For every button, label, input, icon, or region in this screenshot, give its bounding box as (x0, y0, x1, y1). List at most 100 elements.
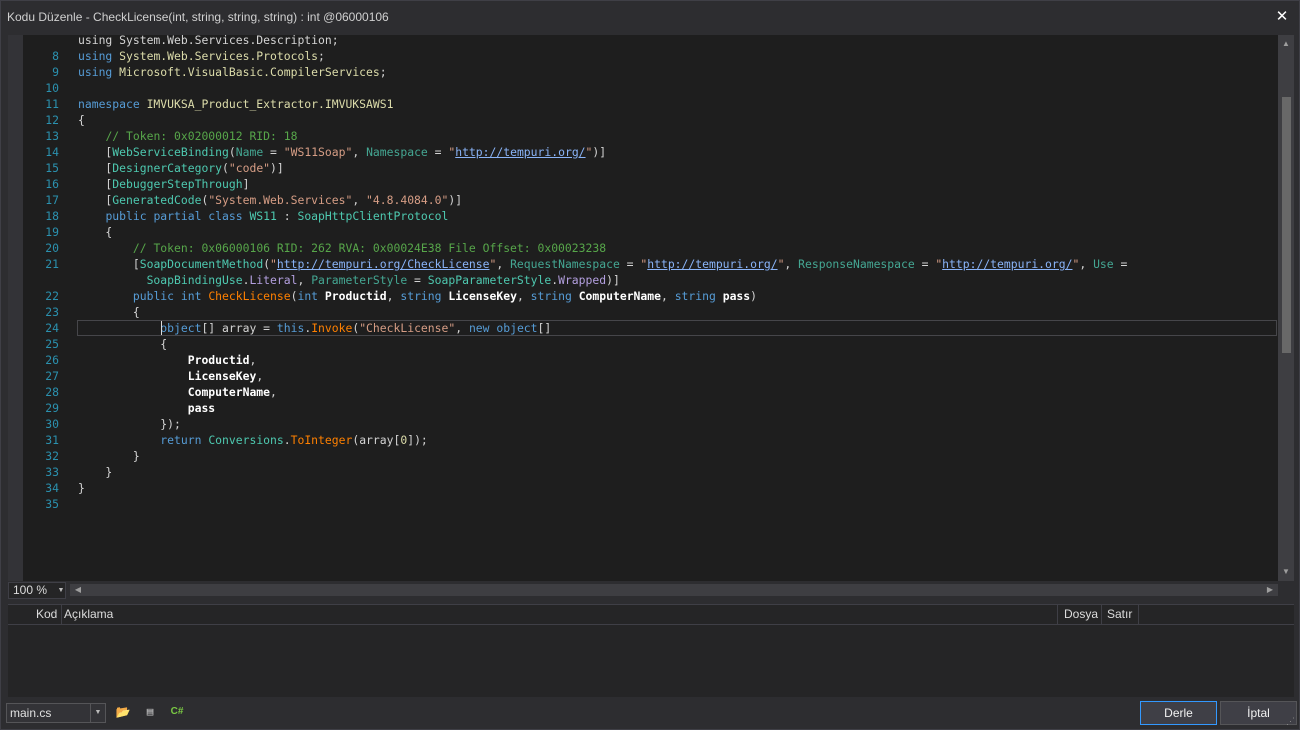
code-line[interactable]: 33 } (23, 464, 1278, 480)
code-line[interactable]: 32 } (23, 448, 1278, 464)
code-token[interactable]: http://tempuri.org/CheckLicense (277, 257, 490, 271)
code-line[interactable]: 28 ComputerName, (23, 384, 1278, 400)
code-line[interactable]: 23 { (23, 304, 1278, 320)
line-number: 30 (45, 417, 59, 431)
code-line[interactable]: 9 using Microsoft.VisualBasic.CompilerSer… (23, 64, 1278, 80)
code-token[interactable]: http://tempuri.org/ (942, 257, 1072, 271)
code-line[interactable]: 17 [GeneratedCode("System.Web.Services",… (23, 192, 1278, 208)
references-icon[interactable]: ▤ (142, 705, 158, 719)
line-code: } (78, 480, 85, 496)
code-token: = (407, 273, 428, 287)
code-line[interactable]: 22 public int CheckLicense(int Productid… (23, 288, 1278, 304)
code-token: Productid (324, 289, 387, 303)
code-line[interactable]: 16 [DebuggerStepThrough] (23, 176, 1278, 192)
vertical-scroll-thumb[interactable] (1282, 97, 1291, 353)
code-line[interactable]: 19 { (23, 224, 1278, 240)
code-line[interactable]: 13 // Token: 0x02000012 RID: 18 (23, 128, 1278, 144)
line-number: 13 (45, 129, 59, 143)
code-token: "WS11Soap" (283, 145, 353, 159)
code-token: )] (606, 273, 620, 287)
code-line[interactable]: 10 (23, 80, 1278, 96)
scroll-right-icon[interactable]: ▶ (1264, 584, 1276, 596)
code-token: ]); (407, 433, 428, 447)
code-token: CheckLicense (208, 289, 291, 303)
line-number: 26 (45, 353, 59, 367)
column-description[interactable]: Açıklama (58, 605, 1058, 624)
chevron-down-icon[interactable]: ▼ (56, 583, 66, 598)
code-token: pass (722, 289, 751, 303)
column-line[interactable]: Satır (1101, 605, 1139, 624)
code-line[interactable]: 24 object[] array = this.Invoke("CheckLi… (23, 320, 1278, 336)
folder-open-icon[interactable]: 📂 (115, 705, 131, 719)
line-code: { (78, 112, 85, 128)
file-dropdown[interactable]: main.cs ▼ (6, 703, 106, 723)
csharp-icon[interactable]: C# (169, 705, 185, 719)
code-line[interactable]: 18 public partial class WS11 : SoapHttpC… (23, 208, 1278, 224)
zoom-select[interactable]: 100 % ▼ (8, 582, 66, 599)
close-button[interactable]: ✕ (1271, 7, 1293, 27)
code-token: [ (78, 257, 140, 271)
code-line[interactable]: 14 [WebServiceBinding(Name = "WS11Soap",… (23, 144, 1278, 160)
vertical-scrollbar[interactable]: ▲ ▼ (1278, 35, 1294, 581)
code-token: = (263, 145, 284, 159)
code-line[interactable]: 21 [SoapDocumentMethod("http://tempuri.o… (23, 256, 1278, 272)
code-editor[interactable]: using System.Web.Services.Description; 8 u… (8, 35, 1294, 581)
code-token: ) (750, 289, 758, 303)
scroll-down-icon[interactable]: ▼ (1278, 565, 1294, 579)
code-token: [] (537, 321, 552, 335)
scroll-up-icon[interactable]: ▲ (1278, 37, 1294, 51)
code-line[interactable]: 11 namespace IMVUKSA_Product_Extractor.IM… (23, 96, 1278, 112)
code-token: // Token: 0x02000012 RID: 18 (105, 129, 298, 143)
zoom-bar: 100 % ▼ ◀ ▶ (8, 581, 1294, 599)
error-list: Kod Açıklama Dosya Satır (8, 604, 1294, 697)
code-line[interactable]: 26 Productid, (23, 352, 1278, 368)
code-line[interactable]: 15 [DesignerCategory("code")] (23, 160, 1278, 176)
scroll-left-icon[interactable]: ◀ (72, 584, 84, 596)
line-code: } (78, 464, 112, 480)
code-text-area[interactable]: using System.Web.Services.Description; 8 u… (23, 35, 1278, 581)
code-token: object (160, 321, 202, 335)
code-line[interactable]: 25 { (23, 336, 1278, 352)
line-code: LicenseKey, (78, 368, 263, 384)
line-number: 34 (45, 481, 59, 495)
code-token: Conversions (208, 433, 284, 447)
chevron-down-icon[interactable]: ▼ (90, 704, 105, 722)
horizontal-scrollbar[interactable]: ◀ ▶ (70, 584, 1278, 596)
code-token: } (78, 481, 85, 495)
code-token[interactable]: http://tempuri.org/ (647, 257, 777, 271)
code-line[interactable]: 27 LicenseKey, (23, 368, 1278, 384)
file-dropdown-value: main.cs (10, 706, 52, 720)
line-code: // Token: 0x06000106 RID: 262 RVA: 0x000… (78, 240, 606, 256)
code-line[interactable]: 8 using System.Web.Services.Protocols; (23, 48, 1278, 64)
line-code: using System.Web.Services.Protocols; (78, 48, 325, 64)
code-line[interactable]: 20 // Token: 0x06000106 RID: 262 RVA: 0x… (23, 240, 1278, 256)
dialog-footer: main.cs ▼ 📂 ▤ C# Derle İptal ⋰ (1, 701, 1299, 729)
column-file[interactable]: Dosya (1058, 605, 1102, 624)
resize-grip-icon[interactable]: ⋰ (1286, 716, 1295, 727)
line-code: ComputerName, (78, 384, 277, 400)
line-number: 17 (45, 193, 59, 207)
code-line[interactable]: 29 pass (23, 400, 1278, 416)
line-code: object[] array = this.Invoke("CheckLicen… (78, 320, 551, 336)
code-token: SoapBindingUse (146, 273, 243, 287)
code-line[interactable]: 31 return Conversions.ToInteger(array[0]… (23, 432, 1278, 448)
line-code: using System.Web.Services.Description; (78, 35, 339, 48)
line-code: SoapBindingUse.Literal, ParameterStyle =… (78, 272, 620, 288)
title-bar[interactable]: Kodu Düzenle - CheckLicense(int, string,… (1, 1, 1299, 33)
code-line[interactable]: 30 }); (23, 416, 1278, 432)
code-line[interactable]: 35 (23, 496, 1278, 512)
code-token: Use (1093, 257, 1114, 271)
compile-button[interactable]: Derle (1140, 701, 1217, 725)
code-line[interactable]: 34} (23, 480, 1278, 496)
code-line[interactable]: SoapBindingUse.Literal, ParameterStyle =… (23, 272, 1278, 288)
code-line[interactable]: 12 { (23, 112, 1278, 128)
line-code: [WebServiceBinding(Name = "WS11Soap", Na… (78, 144, 606, 160)
code-token[interactable]: http://tempuri.org/ (455, 145, 585, 159)
code-token: [] array = (201, 321, 277, 335)
line-number: 8 (52, 49, 59, 63)
code-token: public partial class (105, 209, 250, 223)
line-code: return Conversions.ToInteger(array[0]); (78, 432, 428, 448)
code-line[interactable]: using System.Web.Services.Description; (23, 35, 1278, 48)
